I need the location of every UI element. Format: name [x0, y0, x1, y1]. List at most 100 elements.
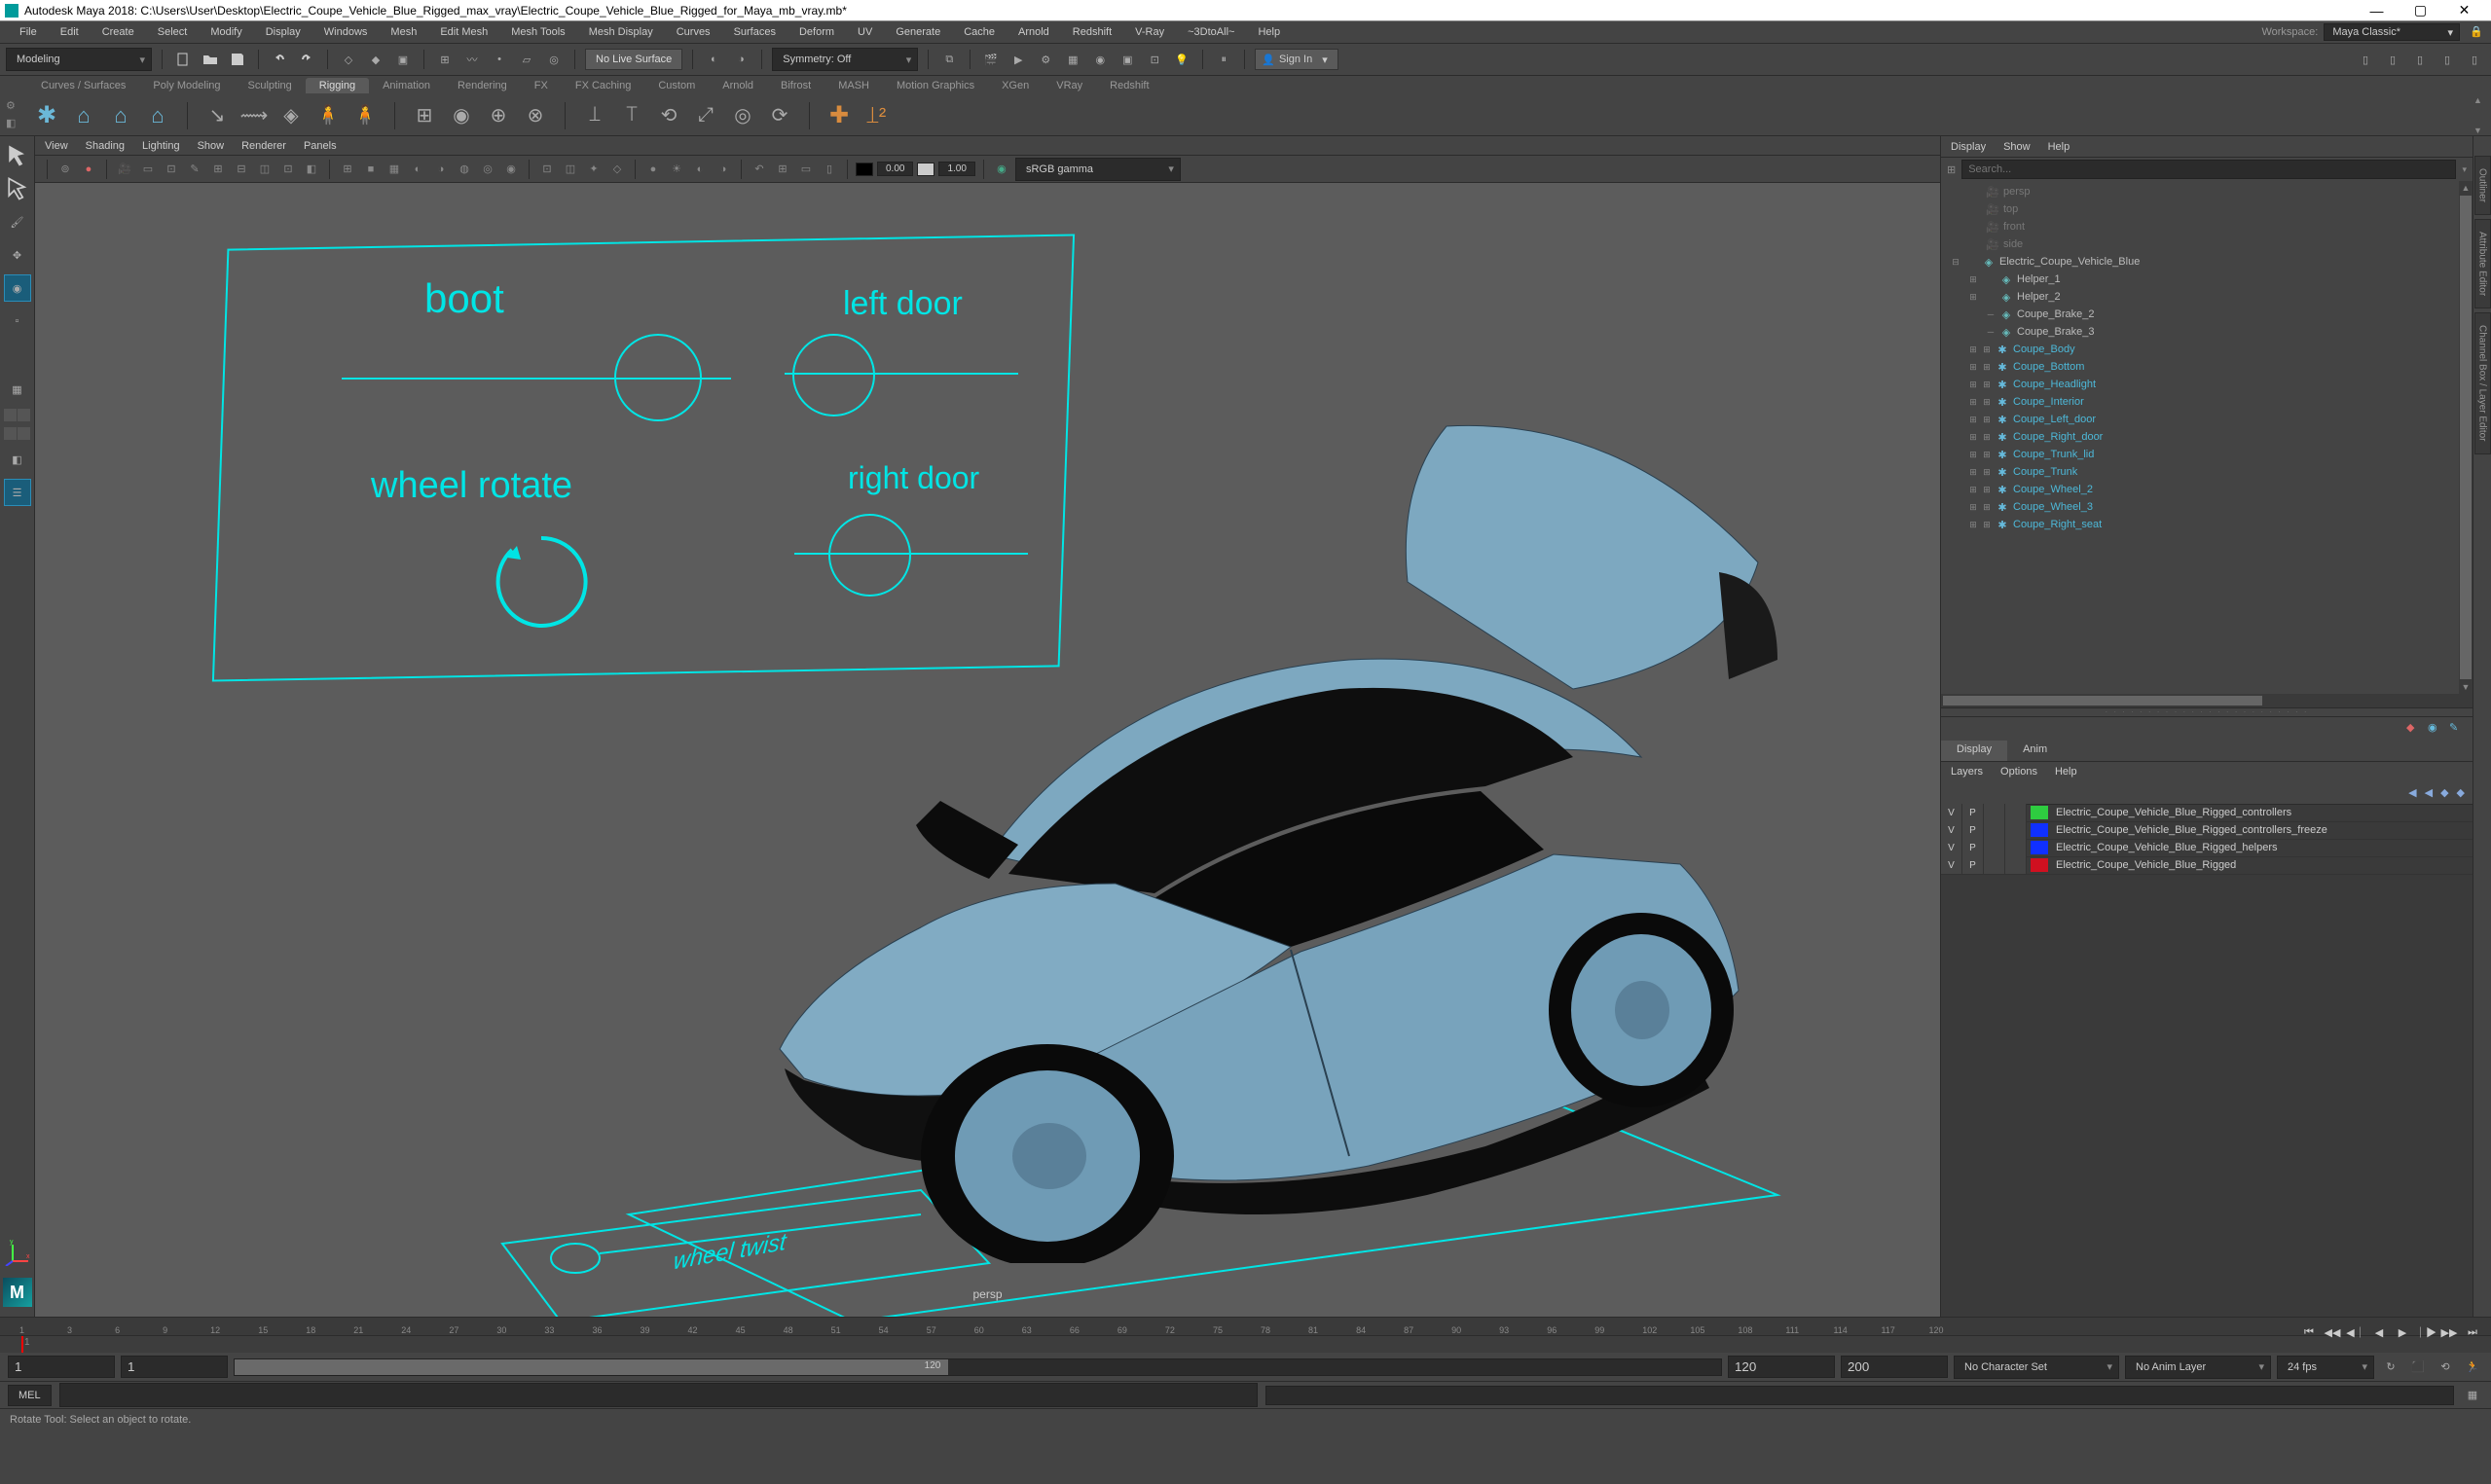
set-key-icon[interactable]: ⬛	[2407, 1357, 2429, 1378]
exposure-field[interactable]: 0.00	[877, 162, 913, 176]
xray-icon[interactable]: ◫	[561, 160, 580, 179]
layer-menu-layers[interactable]: Layers	[1951, 766, 1983, 778]
menu-uv[interactable]: UV	[846, 21, 884, 43]
interactive-bind-icon[interactable]: ◉	[446, 100, 477, 131]
time-current-marker[interactable]	[21, 1336, 23, 1353]
shelf-options-icon[interactable]: ⚙	[6, 99, 21, 115]
outliner-helper-1[interactable]: ⊞◈Helper_1	[1941, 271, 2459, 288]
color-management-icon[interactable]: ◉	[992, 160, 1011, 179]
constraint-scale-icon[interactable]: ⤢	[690, 100, 721, 131]
step-back-key-button[interactable]: ◀◀	[2322, 1321, 2343, 1343]
bookmark-icon[interactable]: 🎥	[115, 160, 134, 179]
symmetry-dropdown[interactable]: Symmetry: Off	[772, 48, 918, 71]
outliner-coupe-rightdoor[interactable]: ⊞⊞✱Coupe_Right_door	[1941, 428, 2459, 446]
layer-blank-1[interactable]	[1984, 804, 2005, 821]
menu-generate[interactable]: Generate	[884, 21, 952, 43]
goto-end-button[interactable]: ⏭	[2462, 1321, 2483, 1343]
range-end-outer[interactable]	[1841, 1356, 1948, 1378]
range-start-outer[interactable]	[8, 1356, 115, 1378]
viewport-3d[interactable]: boot left door wheel rotate right door w…	[35, 183, 1940, 1317]
hypershade-icon[interactable]: ◉	[1089, 49, 1111, 70]
layer-vis-toggle[interactable]: V	[1941, 804, 1962, 821]
layer-blank-1[interactable]	[1984, 839, 2005, 856]
outliner-camera-front[interactable]: 🎥front	[1941, 218, 2459, 235]
layer-name[interactable]: Electric_Coupe_Vehicle_Blue_Rigged	[2052, 859, 2473, 871]
outliner-search-input[interactable]	[1961, 160, 2456, 179]
maximize-button[interactable]: ▢	[2399, 0, 2442, 21]
panel-menu-panels[interactable]: Panels	[304, 140, 337, 152]
no-live-surface-button[interactable]: No Live Surface	[585, 49, 682, 70]
fps-dropdown[interactable]: 24 fps	[2277, 1356, 2374, 1379]
toggle-pause-icon[interactable]: ⏸	[1213, 49, 1234, 70]
layer-vis-toggle[interactable]: V	[1941, 821, 1962, 839]
outliner-brake-3[interactable]: ─◈Coupe_Brake_3	[1941, 323, 2459, 341]
channel-icon-1[interactable]: ◆	[2406, 721, 2422, 737]
layer-tab-display[interactable]: Display	[1941, 741, 2007, 761]
textured-icon[interactable]: ▦	[385, 160, 404, 179]
light-editor-icon[interactable]: 💡	[1171, 49, 1192, 70]
sidebar-toggle-4-icon[interactable]: ▯	[2436, 49, 2458, 70]
outliner-vscroll[interactable]: ▲▼	[2459, 181, 2473, 694]
motion-blur-icon[interactable]: ◉	[501, 160, 521, 179]
outliner-tree[interactable]: 🎥persp 🎥top 🎥front 🎥side ⊟◈Electric_Coup…	[1941, 181, 2459, 694]
goto-start-button[interactable]: ⏮	[2298, 1321, 2320, 1343]
outliner-camera-top[interactable]: 🎥top	[1941, 200, 2459, 218]
select-hierarchy-icon[interactable]: ◇	[338, 49, 359, 70]
layer-playback-toggle[interactable]: P	[1962, 839, 1984, 856]
layer-color-swatch[interactable]	[2031, 858, 2048, 872]
constraint-aim-icon[interactable]: ◎	[727, 100, 758, 131]
shelf-tab-animation[interactable]: Animation	[369, 78, 444, 93]
ao-icon[interactable]: ◎	[478, 160, 497, 179]
character-set-dropdown[interactable]: No Character Set	[1954, 1356, 2119, 1379]
layer-blank-2[interactable]	[2005, 856, 2027, 874]
layer-menu-options[interactable]: Options	[2000, 766, 2037, 778]
channel-icon-3[interactable]: ✎	[2449, 721, 2465, 737]
script-editor-icon[interactable]: ▦	[2462, 1385, 2483, 1406]
rotate-tool[interactable]: ◉	[4, 274, 31, 302]
blend-shape-icon[interactable]: ✚	[824, 100, 855, 131]
layer-blank-2[interactable]	[2005, 839, 2027, 856]
step-back-button[interactable]: ◀｜	[2345, 1321, 2366, 1343]
safe-action-icon[interactable]: ◧	[302, 160, 321, 179]
shelf-tab-curves[interactable]: Curves / Surfaces	[27, 78, 139, 93]
step-forward-button[interactable]: ｜▶	[2415, 1321, 2436, 1343]
range-start-inner[interactable]	[121, 1356, 228, 1378]
panel-menu-view[interactable]: View	[45, 140, 68, 152]
menu-mesh[interactable]: Mesh	[379, 21, 428, 43]
auto-key-icon[interactable]: ↻	[2380, 1357, 2401, 1378]
range-end-inner[interactable]	[1728, 1356, 1835, 1378]
lock-camera-icon[interactable]: ●	[79, 160, 98, 179]
orient-joint-icon[interactable]: ◈	[275, 100, 307, 131]
play-forward-button[interactable]: ▶	[2392, 1321, 2413, 1343]
menu-mesh-display[interactable]: Mesh Display	[577, 21, 665, 43]
layer-name[interactable]: Electric_Coupe_Vehicle_Blue_Rigged_contr…	[2052, 807, 2473, 818]
shelf-tab-mash[interactable]: MASH	[824, 78, 883, 93]
vtab-channel-box[interactable]: Channel Box / Layer Editor	[2474, 312, 2491, 454]
mirror-joint-icon[interactable]: ⌂	[142, 100, 173, 131]
panel-menu-lighting[interactable]: Lighting	[142, 140, 180, 152]
default-material-icon[interactable]: ●	[643, 160, 663, 179]
layer-playback-toggle[interactable]: P	[1962, 856, 1984, 874]
shelf-tab-custom[interactable]: Custom	[644, 78, 709, 93]
prefs-icon[interactable]: 🏃	[2462, 1357, 2483, 1378]
outliner-coupe-wheel2[interactable]: ⊞⊞✱Coupe_Wheel_2	[1941, 481, 2459, 498]
exposure-icon[interactable]: ☀	[667, 160, 686, 179]
outliner-coupe-headlight[interactable]: ⊞⊞✱Coupe_Headlight	[1941, 376, 2459, 393]
menu-cache[interactable]: Cache	[952, 21, 1007, 43]
outliner-camera-persp[interactable]: 🎥persp	[1941, 183, 2459, 200]
graph-editor-icon[interactable]: ☰	[4, 479, 31, 506]
select-object-icon[interactable]: ◆	[365, 49, 386, 70]
undo-icon[interactable]	[269, 49, 290, 70]
layer-tab-anim[interactable]: Anim	[2007, 741, 2063, 761]
joint-tool-icon[interactable]: ✱	[31, 100, 62, 131]
rig-wheel-rotate-control[interactable]	[483, 524, 600, 640]
xray-joints-icon[interactable]: ✦	[584, 160, 604, 179]
outliner-coupe-rightseat[interactable]: ⊞⊞✱Coupe_Right_seat	[1941, 516, 2459, 533]
select-camera-icon[interactable]: ⊚	[55, 160, 75, 179]
constraint-pole-icon[interactable]: ⟳	[764, 100, 795, 131]
layer-color-swatch[interactable]	[2031, 841, 2048, 854]
menu-file[interactable]: File	[8, 21, 49, 43]
layer-row[interactable]: V P Electric_Coupe_Vehicle_Blue_Rigged_h…	[1941, 840, 2473, 857]
constraint-parent-icon[interactable]: ⟘	[579, 100, 610, 131]
shelf-tab-fx[interactable]: FX	[521, 78, 562, 93]
